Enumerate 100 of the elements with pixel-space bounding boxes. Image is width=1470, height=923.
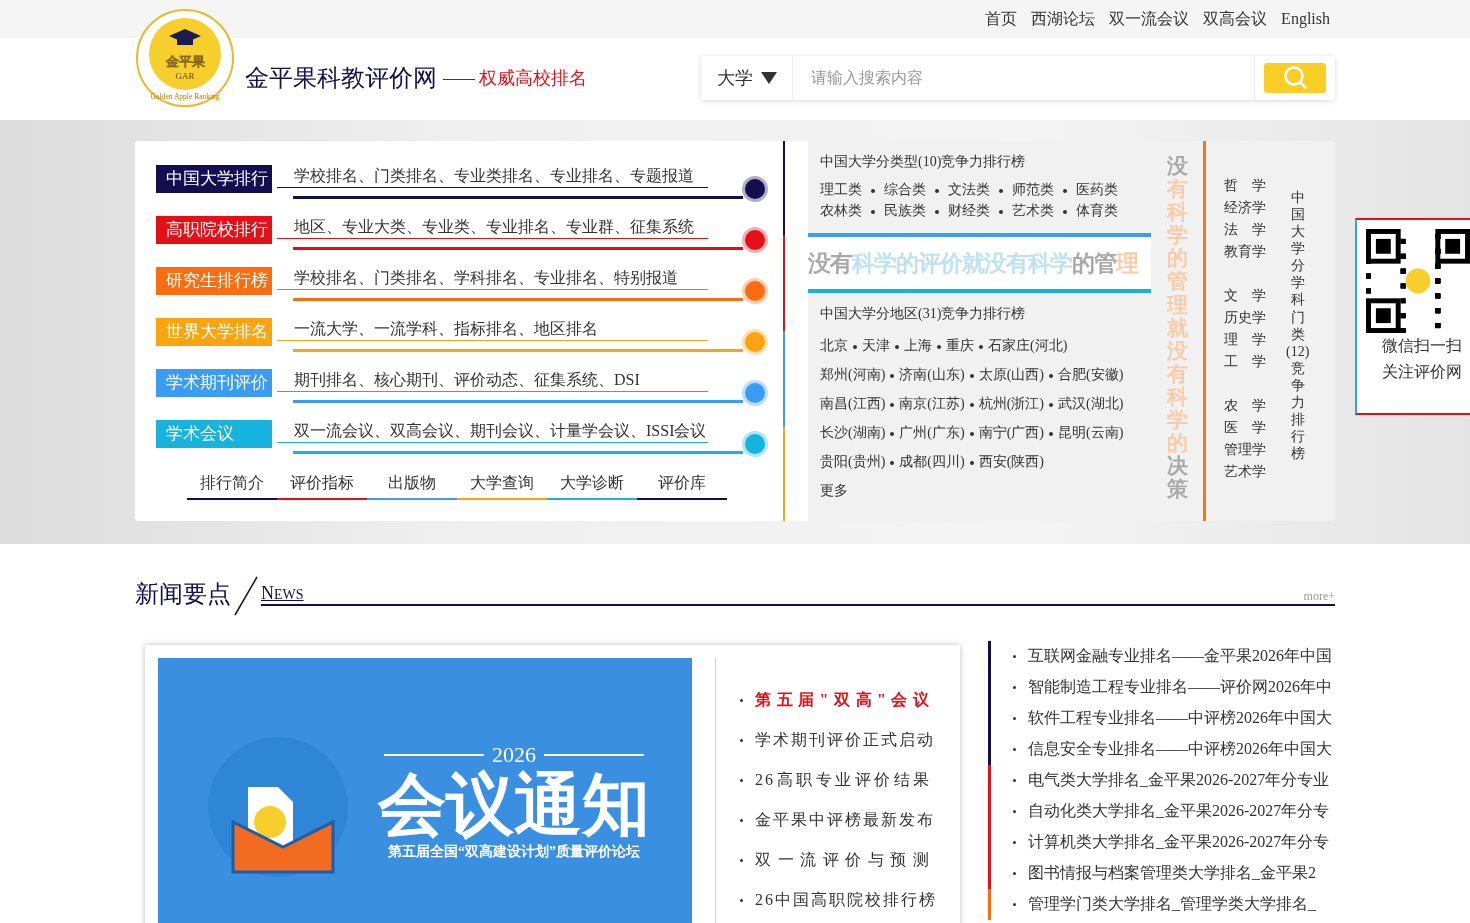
region-link[interactable]: 上海 xyxy=(904,338,932,353)
category-tab[interactable]: 高职院校排行 xyxy=(156,216,272,244)
region-link[interactable]: 合肥(安徽) xyxy=(1058,367,1124,382)
region-link[interactable]: 杭州(浙江) xyxy=(978,396,1044,411)
more-link[interactable]: 更多 xyxy=(808,476,1151,500)
region-link[interactable]: 天津 xyxy=(862,338,890,353)
banner-title: 会议通知 xyxy=(378,768,650,843)
region-link[interactable]: 石家庄(河北) xyxy=(988,338,1068,353)
nav-link[interactable]: 西湖论坛 xyxy=(1031,8,1096,30)
panel-title: 中国大学分地区(31)竞争力排行榜 xyxy=(819,305,1027,323)
discipline-link[interactable]: 历史学 xyxy=(1224,307,1266,329)
site-title: 金平果科教评价网 xyxy=(245,64,437,93)
type-link[interactable]: 农林类 xyxy=(820,203,862,218)
region-link[interactable]: 南昌(江西) xyxy=(820,396,886,411)
category-links[interactable]: 学校排名、门类排名、专业类排名、专业排名、专题报道 xyxy=(277,165,727,187)
discipline-link[interactable]: 法 学 xyxy=(1224,219,1266,241)
title-dash: —— xyxy=(443,69,475,87)
region-link[interactable]: 成都(四川) xyxy=(899,454,965,469)
type-link[interactable]: 民族类 xyxy=(884,203,926,218)
category-links[interactable]: 学校排名、门类排名、学科排名、专业排名、特别报道 xyxy=(277,267,727,289)
region-link[interactable]: 广州(广东) xyxy=(899,425,965,440)
discipline-link[interactable]: 医 学 xyxy=(1224,417,1266,439)
region-link[interactable]: 重庆 xyxy=(946,338,974,353)
news-item[interactable]: 计算机类大学排名_金平果2026-2027年分专 xyxy=(988,827,1332,858)
bottom-link[interactable]: 大学查询 xyxy=(457,473,547,500)
region-link[interactable]: 武汉(湖北) xyxy=(1058,396,1124,411)
discipline-link[interactable]: 工 学 xyxy=(1224,351,1266,373)
category-links[interactable]: 双一流会议、双高会议、期刊会议、计量学会议、ISSI会议 xyxy=(277,420,727,442)
discipline-link[interactable]: 艺术学 xyxy=(1224,461,1266,483)
discipline-link[interactable]: 哲 学 xyxy=(1224,175,1266,197)
region-link[interactable]: 南宁(广西) xyxy=(978,425,1044,440)
timeline-dot xyxy=(745,332,765,352)
qr-code-icon xyxy=(1366,229,1470,333)
discipline-link[interactable]: 农 学 xyxy=(1224,395,1266,417)
region-link[interactable]: 长沙(湖南) xyxy=(820,425,886,440)
discipline-link[interactable]: 理 学 xyxy=(1224,329,1266,351)
timeline-dot xyxy=(745,281,765,301)
highlight-link[interactable]: 双一流评价与预测 xyxy=(755,849,931,871)
type-link[interactable]: 文法类 xyxy=(948,182,990,197)
banner-subtitle: 第五届全国“双高建设计划”质量评价论坛 xyxy=(388,842,640,861)
region-link[interactable]: 贵阳(贵州) xyxy=(820,454,886,469)
category-links[interactable]: 期刊排名、核心期刊、评价动态、征集系统、DSI xyxy=(277,369,727,391)
vertical-title: 中国大学分学科门类(12)竞争力排行榜 xyxy=(1286,189,1310,464)
section-title: 新闻要点 xyxy=(135,580,231,609)
discipline-link[interactable]: 经济学 xyxy=(1224,197,1266,219)
timeline-dot xyxy=(745,230,765,250)
search-button[interactable] xyxy=(1264,63,1326,93)
timeline-dot xyxy=(745,383,765,403)
nav-link[interactable]: 双一流会议 xyxy=(1109,8,1190,30)
region-link[interactable]: 西安(陕西) xyxy=(978,454,1044,469)
news-item[interactable]: 自动化类大学排名_金平果2026-2027年分专 xyxy=(988,796,1332,827)
news-item[interactable]: 管理学门类大学排名_管理学类大学排名_ xyxy=(988,889,1332,920)
slogan: 没有科学的评价就没有科学的管理 xyxy=(808,249,1138,278)
news-item[interactable]: 软件工程专业排名——中评榜2026年中国大 xyxy=(988,703,1332,734)
nav-link[interactable]: English xyxy=(1281,10,1330,28)
category-tab[interactable]: 中国大学排行 xyxy=(156,165,272,193)
news-item[interactable]: 互联网金融专业排名——金平果2026年中国 xyxy=(988,641,1332,672)
bottom-link[interactable]: 出版物 xyxy=(367,473,457,500)
type-link[interactable]: 财经类 xyxy=(948,203,990,218)
caret-icon xyxy=(760,72,777,84)
timeline-dot xyxy=(745,179,765,199)
region-link[interactable]: 北京 xyxy=(820,338,848,353)
type-link[interactable]: 理工类 xyxy=(820,182,862,197)
type-link[interactable]: 医药类 xyxy=(1076,182,1118,197)
search-field[interactable]: 请输入搜索内容 xyxy=(793,56,1255,100)
region-link[interactable]: 济南(山东) xyxy=(899,367,965,382)
region-link[interactable]: 太原(山西) xyxy=(978,367,1044,382)
timeline-dot xyxy=(745,434,765,454)
region-link[interactable]: 昆明(云南) xyxy=(1058,425,1124,440)
highlight-link[interactable]: 26高职专业评价结果 xyxy=(755,769,931,791)
type-link[interactable]: 艺术类 xyxy=(1012,203,1054,218)
site-tagline: 权威高校排名 xyxy=(479,67,587,90)
news-item[interactable]: 信息安全专业排名——中评榜2026年中国大 xyxy=(988,734,1332,765)
bottom-link[interactable]: 排行简介 xyxy=(187,473,277,500)
discipline-link[interactable]: 管理学 xyxy=(1224,439,1266,461)
scope-dropdown[interactable]: 大学 xyxy=(701,56,793,100)
bottom-link[interactable]: 大学诊断 xyxy=(547,473,637,500)
slash-divider xyxy=(233,576,259,616)
highlight-link[interactable]: 金平果中评榜最新发布 xyxy=(755,809,931,831)
discipline-link[interactable]: 教育学 xyxy=(1224,241,1266,263)
category-links[interactable]: 一流大学、一流学科、指标排名、地区排名 xyxy=(277,318,727,340)
nav-link[interactable]: 双高会议 xyxy=(1203,8,1268,30)
type-link[interactable]: 综合类 xyxy=(884,182,926,197)
highlight-link[interactable]: 学术期刊评价正式启动 xyxy=(755,729,931,751)
region-link[interactable]: 南京(江苏) xyxy=(899,396,965,411)
search-icon xyxy=(1282,66,1308,90)
discipline-link[interactable]: 文 学 xyxy=(1224,285,1266,307)
type-link[interactable]: 体育类 xyxy=(1076,203,1118,218)
nav-link[interactable]: 首页 xyxy=(985,8,1018,30)
highlight-link[interactable]: 第五届"双高"会议 xyxy=(755,689,931,711)
news-item[interactable]: 图书情报与档案管理类大学排名_金平果2 xyxy=(988,858,1332,889)
type-link[interactable]: 师范类 xyxy=(1012,182,1054,197)
section-subtitle: NEWS xyxy=(261,583,304,604)
region-link[interactable]: 郑州(河南) xyxy=(820,367,886,382)
news-item[interactable]: 智能制造工程专业排名——评价网2026年中 xyxy=(988,672,1332,703)
category-links[interactable]: 地区、专业大类、专业类、专业排名、专业群、征集系统 xyxy=(277,216,727,238)
bottom-link[interactable]: 评价指标 xyxy=(277,473,367,500)
bottom-link[interactable]: 评价库 xyxy=(637,473,727,500)
qr-caption: 关注评价网 xyxy=(1381,362,1463,382)
news-item[interactable]: 电气类大学排名_金平果2026-2027年分专业 xyxy=(988,765,1332,796)
